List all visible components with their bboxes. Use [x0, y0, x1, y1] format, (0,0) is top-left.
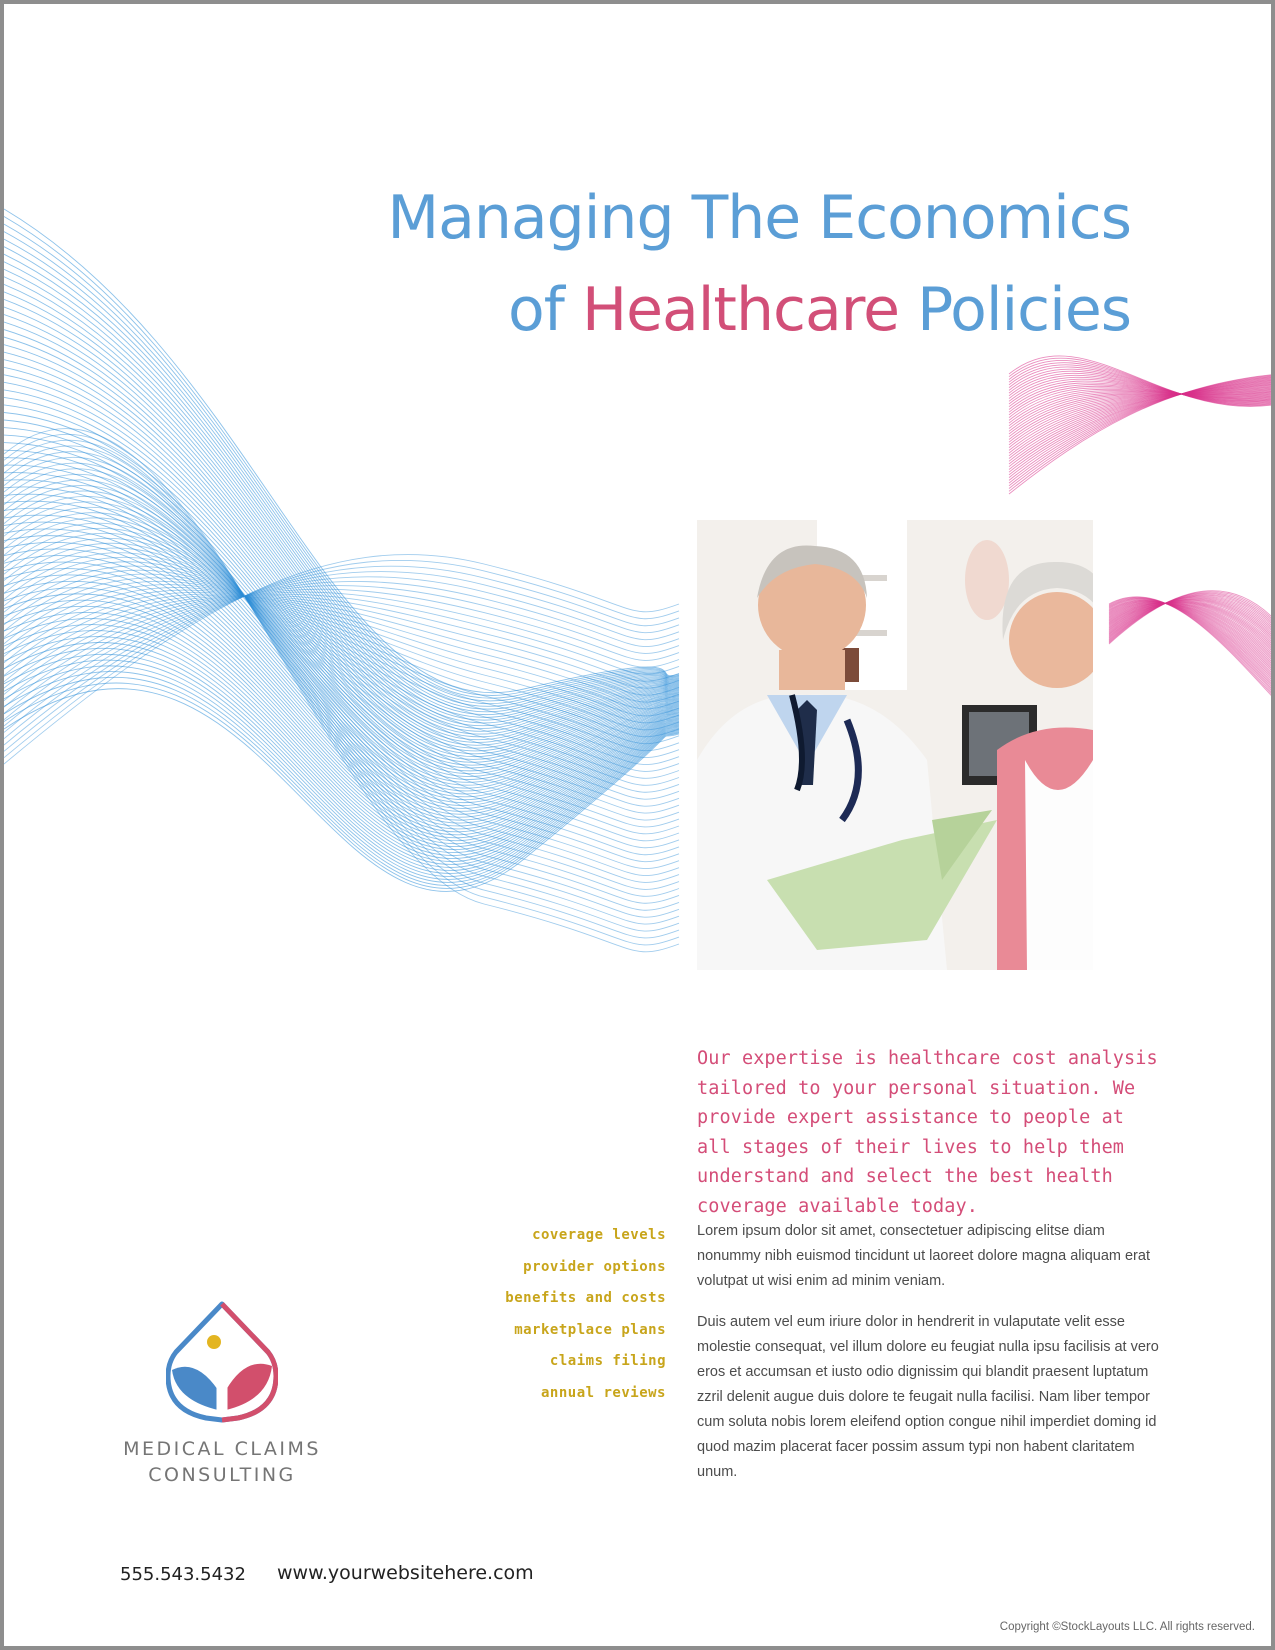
topic-coverage-levels: coverage levels [532, 1227, 666, 1243]
headline-accent: Healthcare [581, 275, 900, 345]
company-name: MEDICAL CLAIMS CONSULTING [100, 1436, 344, 1488]
topic-annual-reviews: annual reviews [540, 1384, 666, 1401]
intro-paragraph: Our expertise is healthcare cost analysi… [697, 1048, 1158, 1217]
headline: Managing The Economics of Healthcare Pol… [387, 172, 1132, 356]
doctor-patient-photo [697, 520, 1093, 970]
phone-number: 555.543.5432 [120, 1564, 246, 1585]
website-link[interactable]: www.yourwebsitehere.com [277, 1562, 534, 1584]
flyer-page: Managing The Economics of Healthcare Pol… [0, 0, 1275, 1650]
body-paragraph-1: Lorem ipsum dolor sit amet, consectetuer… [697, 1223, 1150, 1289]
body-paragraph-2: Duis autem vel eum iriure dolor in hendr… [697, 1314, 1159, 1480]
company-name-line-1: MEDICAL CLAIMS [123, 1438, 321, 1460]
topic-provider-options: provider options [523, 1258, 666, 1275]
headline-of: of [508, 275, 582, 345]
headline-policies: Policies [899, 275, 1132, 345]
photo-illustration [697, 520, 1093, 970]
topic-claims-filing: claims filing [549, 1353, 666, 1369]
leaf-drop-icon [166, 1301, 278, 1423]
topic-marketplace-plans: marketplace plans [514, 1321, 666, 1338]
headline-line-2: of Healthcare Policies [387, 264, 1132, 356]
topics-list: coverage levels provider options benefit… [444, 1220, 666, 1409]
copyright-notice: Copyright ©StockLayouts LLC. All rights … [999, 1621, 1255, 1633]
company-name-line-2: CONSULTING [148, 1464, 296, 1486]
topic-benefits-and-costs: benefits and costs [505, 1290, 666, 1306]
headline-line-1: Managing The Economics [387, 183, 1132, 253]
